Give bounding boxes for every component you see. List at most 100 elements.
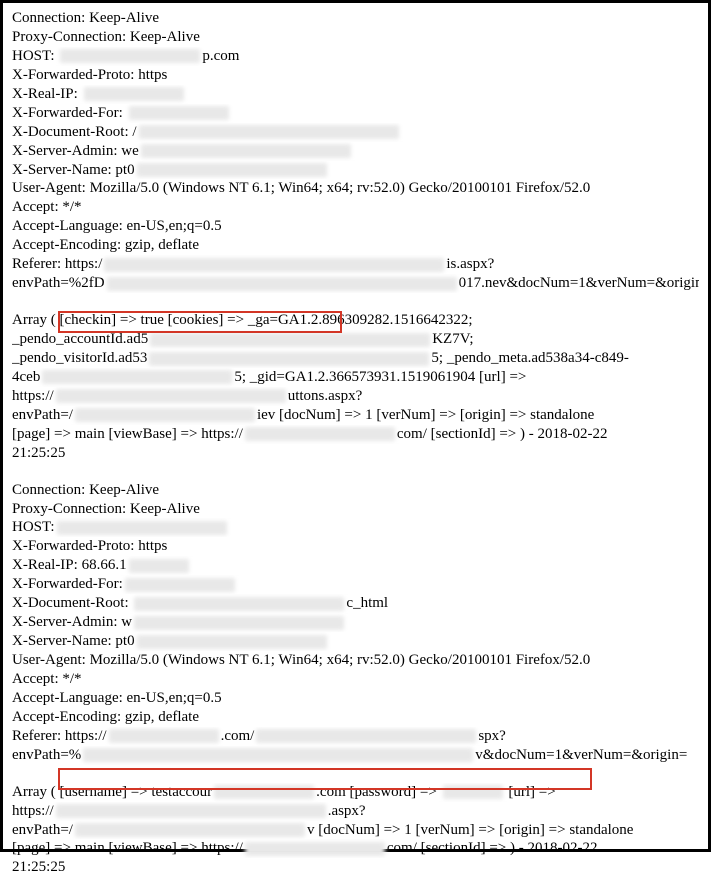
txt: GA1.2.896309282.1516642322;	[278, 312, 473, 328]
txt: Accept-Encoding: gzip, deflate	[12, 237, 199, 253]
b1-serveradmin: X-Server-Admin: we	[12, 142, 699, 161]
b1-arr-l7: [page] => main [viewBase] => https://com…	[12, 425, 699, 444]
redact	[57, 521, 227, 535]
txt: X-Server-Name: pt0	[12, 162, 135, 178]
b1-acceptenc: Accept-Encoding: gzip, deflate	[12, 236, 699, 255]
redact	[109, 729, 219, 743]
b1-referer: Referer: https:/ is.aspx?	[12, 255, 699, 274]
txt: HOST:	[12, 520, 55, 536]
b2-proxy: Proxy-Connection: Keep-Alive	[12, 500, 699, 519]
txt: X-Real-IP: 68.66.1	[12, 558, 127, 574]
b1-acceptlang: Accept-Language: en-US,en;q=0.5	[12, 217, 699, 236]
txt: [page] => main [viewBase] => https://	[12, 841, 243, 857]
b2-connection: Connection: Keep-Alive	[12, 481, 699, 500]
b2-xff: X-Forwarded-For:	[12, 575, 699, 594]
redact	[149, 352, 429, 366]
b1-arr-l8: 21:25:25	[12, 444, 699, 463]
txt: Accept: */*	[12, 671, 82, 687]
txt: iev [docNum] => 1 [verNum] => [origin] =…	[257, 407, 594, 423]
txt: X-Real-IP:	[12, 86, 82, 102]
redact	[256, 729, 476, 743]
b2-host: HOST:	[12, 518, 699, 537]
txt: v&docNum=1&verNum=&origin=	[475, 747, 687, 763]
b1-arr-l5: https://uttons.aspx?	[12, 387, 699, 406]
b1-xrealip: X-Real-IP:	[12, 85, 699, 104]
redact	[75, 823, 305, 837]
txt: https://	[12, 803, 54, 819]
redact	[443, 785, 503, 799]
txt: Referer: https://	[12, 728, 107, 744]
b2-arr-l5: 21:25:25	[12, 858, 699, 877]
txt: 4ceb	[12, 369, 40, 385]
txt: 5; _gid=GA1.2.366573931.1519061904 [url]…	[234, 369, 526, 385]
txt: envPath=%2fD	[12, 275, 105, 291]
redact	[129, 106, 229, 120]
redact	[245, 842, 385, 856]
b2-acceptenc: Accept-Encoding: gzip, deflate	[12, 708, 699, 727]
txt: X-Forwarded-For:	[12, 576, 123, 592]
b1-xfp: X-Forwarded-Proto: https	[12, 66, 699, 85]
b1-arr-l2: _pendo_accountId.ad5 KZ7V;	[12, 330, 699, 349]
txt: Referer: https:/	[12, 256, 102, 272]
txt: Proxy-Connection: Keep-Alive	[12, 29, 200, 45]
redact	[84, 87, 184, 101]
b2-accept: Accept: */*	[12, 670, 699, 689]
txt: _pendo_visitorId.ad53	[12, 350, 147, 366]
b1-proxy: Proxy-Connection: Keep-Alive	[12, 28, 699, 47]
txt: uttons.aspx?	[288, 388, 363, 404]
b1-accept: Accept: */*	[12, 198, 699, 217]
txt: 017.nev&docNum=1&verNum=&origin=	[459, 275, 699, 291]
txt: KZ7V;	[432, 331, 473, 347]
txt: Array (	[12, 784, 56, 800]
redact	[129, 559, 189, 573]
b2-servername: X-Server-Name: pt0	[12, 632, 699, 651]
txt: X-Forwarded-Proto: https	[12, 67, 167, 83]
txt: envPath=/	[12, 822, 73, 838]
redact	[125, 578, 235, 592]
redact	[107, 277, 457, 291]
txt: X-Server-Admin: w	[12, 614, 132, 630]
b2-arr-l4: [page] => main [viewBase] => https://com…	[12, 839, 699, 858]
txt: .aspx?	[328, 803, 366, 819]
txt: Connection: Keep-Alive	[12, 10, 159, 26]
b1-host: HOST: p.com	[12, 47, 699, 66]
txt: User-Agent: Mozilla/5.0 (Windows NT 6.1;…	[12, 181, 590, 197]
b1-arr-l3: _pendo_visitorId.ad53 5; _pendo_meta.ad53…	[12, 349, 699, 368]
redact	[104, 258, 444, 272]
txt: [url] =>	[505, 784, 556, 800]
highlighted-checkin-cookies: [checkin] => true [cookies] => _ga=	[56, 312, 278, 328]
b2-arr-l3: envPath=/v [docNum] => 1 [verNum] => [or…	[12, 821, 699, 840]
txt: c_html	[346, 595, 388, 611]
highlighted-username: [username] => testaccour	[56, 784, 212, 800]
txt: HOST:	[12, 48, 58, 64]
redact	[42, 370, 232, 384]
redact	[245, 427, 395, 441]
txt: 5; _pendo_meta.ad538a34-c849-	[431, 350, 628, 366]
redact	[141, 144, 351, 158]
redact	[134, 597, 344, 611]
b2-envpath: envPath=% v&docNum=1&verNum=&origin=	[12, 746, 699, 765]
txt: spx?	[478, 728, 506, 744]
txt: is.aspx?	[446, 256, 494, 272]
b1-arr-l1: Array ( [checkin] => true [cookies] => _…	[12, 311, 699, 330]
txt: 21:25:25	[12, 445, 65, 461]
redact	[56, 804, 326, 818]
redact	[83, 748, 473, 762]
txt: X-Document-Root:	[12, 595, 132, 611]
b2-xrealip: X-Real-IP: 68.66.1	[12, 556, 699, 575]
txt: envPath=%	[12, 747, 81, 763]
txt: Accept-Encoding: gzip, deflate	[12, 709, 199, 725]
txt: envPath=/	[12, 407, 73, 423]
txt: [page] => main [viewBase] => https://	[12, 426, 243, 442]
b2-xfp: X-Forwarded-Proto: https	[12, 537, 699, 556]
redact	[214, 785, 314, 799]
redact	[137, 635, 327, 649]
redact	[134, 616, 344, 630]
b2-serveradmin: X-Server-Admin: w	[12, 613, 699, 632]
highlighted-password: .com [password] =>	[316, 784, 440, 800]
txt: _pendo_accountId.ad5	[12, 331, 148, 347]
redact	[75, 408, 255, 422]
redact	[137, 163, 327, 177]
txt: X-Server-Admin: we	[12, 143, 139, 159]
redact	[60, 49, 200, 63]
